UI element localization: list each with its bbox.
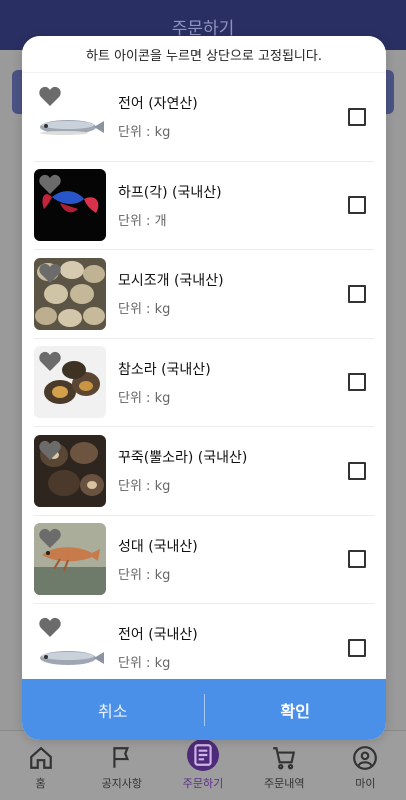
item-checkbox[interactable] — [348, 284, 366, 303]
nav-home[interactable]: 홈 — [0, 731, 81, 800]
list-item[interactable]: 전어 (국내산) 단위 : kg — [34, 604, 374, 679]
list-item[interactable]: 하프(각) (국내산) 단위 : 개 — [34, 162, 374, 250]
nav-label: 홈 — [35, 777, 46, 790]
modal-notice: 하트 아이콘을 누르면 상단으로 고정됩니다. — [22, 36, 386, 73]
item-image — [34, 169, 106, 242]
item-image — [34, 257, 106, 330]
item-unit: 단위 : 개 — [118, 213, 167, 229]
list-item[interactable]: 꾸죽(뿔소라) (국내산) 단위 : kg — [34, 427, 374, 516]
heart-icon[interactable] — [38, 350, 62, 372]
nav-my[interactable]: 마이 — [325, 731, 406, 800]
user-icon — [353, 746, 378, 770]
item-name: 꾸죽(뿔소라) (국내산) — [118, 450, 248, 467]
item-unit: 단위 : kg — [118, 302, 171, 318]
heart-icon[interactable] — [38, 616, 62, 638]
list-item[interactable]: 전어 (자연산) 단위 : kg — [34, 73, 374, 162]
item-image — [34, 80, 106, 153]
item-name: 전어 (국내산) — [118, 627, 198, 644]
item-name: 참소라 (국내산) — [118, 361, 211, 378]
item-select-modal: 하트 아이콘을 누르면 상단으로 고정됩니다. 전어 (자연산) 단위 : kg — [22, 36, 386, 740]
heart-icon[interactable] — [38, 85, 62, 107]
list-item[interactable]: 성대 (국내산) 단위 : kg — [34, 516, 374, 604]
item-image — [34, 346, 106, 419]
item-checkbox[interactable] — [348, 107, 366, 126]
item-checkbox[interactable] — [348, 373, 366, 392]
item-name: 모시조개 (국내산) — [118, 273, 224, 290]
heart-icon[interactable] — [38, 439, 62, 461]
cancel-button[interactable]: 취소 — [22, 679, 204, 740]
item-unit: 단위 : kg — [118, 479, 171, 495]
item-unit: 단위 : kg — [118, 125, 171, 141]
nav-order[interactable]: 주문하기 — [162, 731, 243, 800]
item-list[interactable]: 전어 (자연산) 단위 : kg 하프(각) (국내산) 단위 : 개 모시조개… — [22, 73, 386, 679]
heart-icon[interactable] — [38, 262, 62, 284]
modal-footer: 취소 확인 — [22, 679, 386, 740]
order-icon — [187, 739, 219, 771]
item-unit: 단위 : kg — [118, 656, 171, 672]
list-item[interactable]: 모시조개 (국내산) 단위 : kg — [34, 250, 374, 339]
list-item[interactable]: 참소라 (국내산) 단위 : kg — [34, 339, 374, 427]
item-name: 하프(각) (국내산) — [118, 184, 222, 201]
item-unit: 단위 : kg — [118, 567, 171, 583]
heart-icon[interactable] — [38, 173, 62, 195]
nav-label: 마이 — [355, 777, 376, 790]
nav-label: 주문하기 — [182, 777, 224, 790]
heart-icon[interactable] — [38, 527, 62, 549]
item-name: 전어 (자연산) — [118, 96, 198, 113]
item-name: 성대 (국내산) — [118, 538, 198, 555]
cart-icon — [273, 747, 296, 770]
flag-icon — [113, 747, 129, 768]
item-unit: 단위 : kg — [118, 390, 171, 406]
nav-label: 주문내역 — [263, 777, 305, 790]
nav-history[interactable]: 주문내역 — [244, 731, 325, 800]
item-checkbox[interactable] — [348, 196, 366, 215]
item-image — [34, 611, 106, 679]
bottom-nav: 홈 공지사항 주문하기 주문내역 마이 — [0, 730, 406, 800]
item-image — [34, 523, 106, 596]
home-icon — [29, 746, 52, 769]
nav-notice[interactable]: 공지사항 — [81, 731, 162, 800]
nav-label: 공지사항 — [101, 777, 143, 790]
item-checkbox[interactable] — [348, 461, 366, 480]
confirm-button[interactable]: 확인 — [205, 679, 387, 740]
item-image — [34, 434, 106, 507]
item-checkbox[interactable] — [348, 550, 366, 569]
item-checkbox[interactable] — [348, 638, 366, 657]
